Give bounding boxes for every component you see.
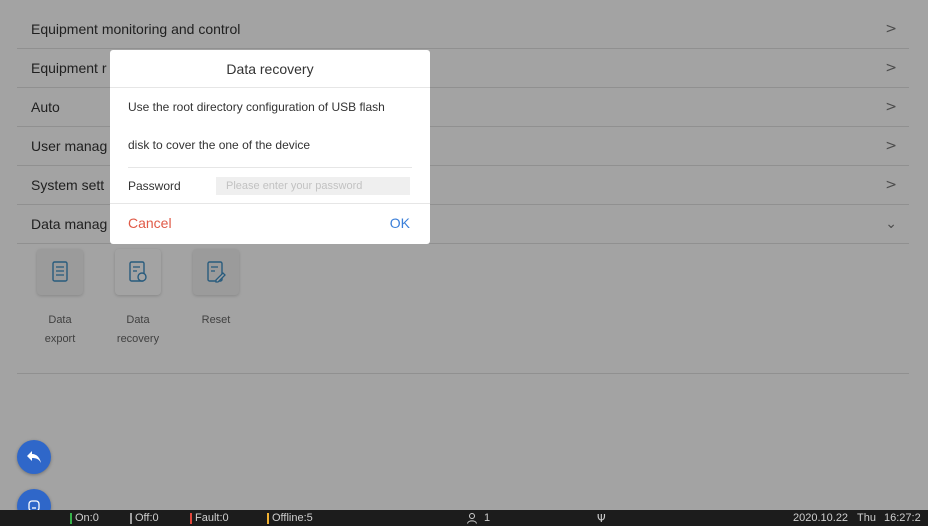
status-offline: Offline:5 [267,512,313,524]
ok-button[interactable]: OK [390,215,410,231]
off-indicator [130,512,132,524]
status-time: 16:27:2 [884,512,921,524]
back-button[interactable] [17,440,51,474]
user-icon [467,513,477,524]
offline-indicator [267,512,269,524]
user-count: 1 [466,512,490,524]
status-off: Off:0 [130,512,159,524]
status-weekday: Thu [857,512,876,524]
status-fault: Fault:0 [190,512,229,524]
dialog-message: Use the root directory configuration of … [128,100,385,152]
password-label: Password [128,178,181,193]
fault-indicator [190,512,192,524]
dialog-title: Data recovery [110,50,430,88]
status-on: On:0 [70,512,99,524]
dialog-actions: Cancel OK [110,203,430,241]
password-input[interactable] [216,176,410,195]
back-arrow-icon [27,451,41,463]
password-row: Password [110,168,430,203]
on-indicator [70,512,72,524]
usb-icon: Ψ [597,512,606,525]
settings-page: Equipment monitoring and control > Equip… [0,0,928,526]
cancel-button[interactable]: Cancel [128,215,172,231]
data-recovery-dialog: Data recovery Use the root directory con… [110,50,430,244]
status-bar: On:0 Off:0 Fault:0 Offline:5 1 Ψ 2020.10… [0,510,928,526]
status-date: 2020.10.22 [793,512,849,524]
